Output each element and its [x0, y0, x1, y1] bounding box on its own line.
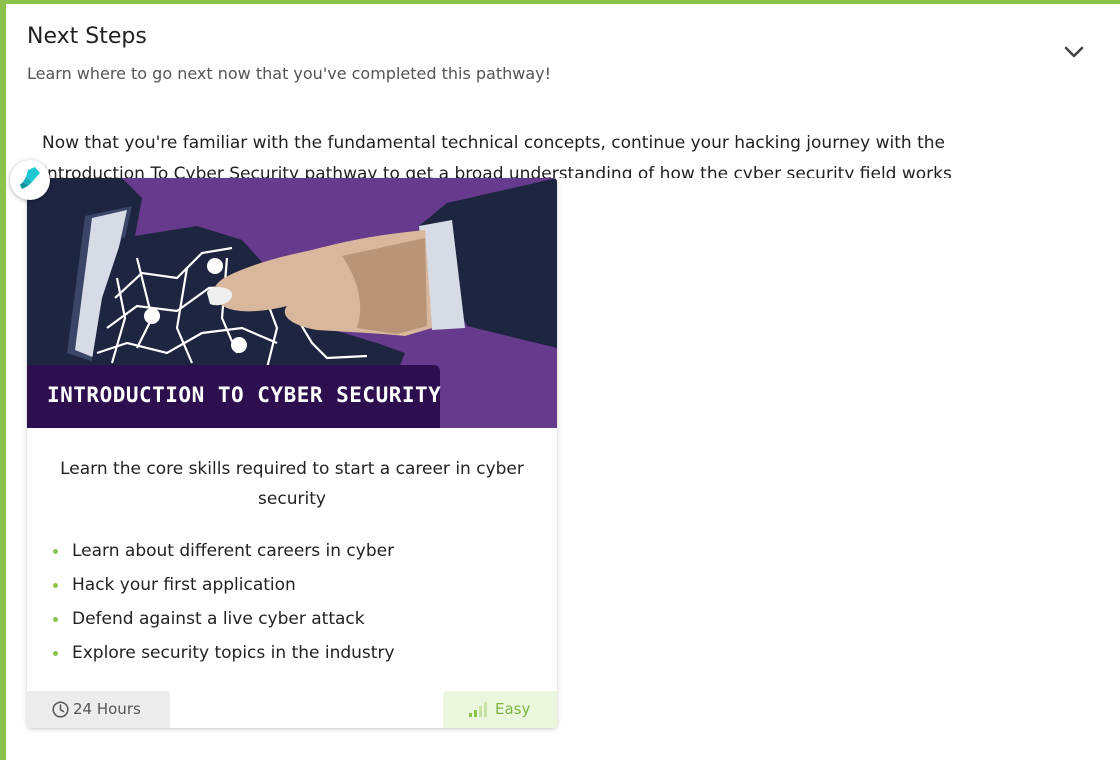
feature-text: Defend against a live cyber attack: [72, 609, 365, 629]
bullet-icon: [53, 549, 58, 554]
section-title: Next Steps: [27, 24, 147, 49]
pathway-feature-list: Learn about different careers in cyber H…: [51, 534, 395, 670]
signal-bars-icon: [469, 702, 487, 717]
feature-item: Defend against a live cyber attack: [51, 602, 395, 636]
section-subtitle: Learn where to go next now that you've c…: [27, 64, 552, 83]
duration-text: 24 Hours: [73, 700, 141, 718]
feature-text: Explore security topics in the industry: [72, 643, 395, 663]
clock-icon: [52, 701, 69, 718]
pathway-banner-label: INTRODUCTION TO CYBER SECURITY: [27, 365, 442, 428]
intro-line-2: Introduction To Cyber Security pathway t…: [42, 164, 952, 178]
bullet-icon: [53, 617, 58, 622]
difficulty-badge: Easy: [443, 691, 557, 728]
intro-line-1: Now that you're familiar with the fundam…: [42, 133, 945, 153]
pathway-title: INTRODUCTION TO CYBER SECURITY: [47, 383, 442, 407]
feature-item: Hack your first application: [51, 568, 395, 602]
highlighter-button[interactable]: [10, 160, 50, 200]
bullet-icon: [53, 651, 58, 656]
pathway-card[interactable]: INTRODUCTION TO CYBER SECURITY Learn the…: [27, 178, 557, 728]
chevron-down-icon[interactable]: [1062, 40, 1086, 64]
pathway-description: Learn the core skills required to start …: [60, 459, 524, 509]
highlighter-icon: [20, 167, 40, 189]
feature-text: Hack your first application: [72, 575, 296, 595]
feature-item: Explore security topics in the industry: [51, 636, 395, 670]
intro-paragraph: Now that you're familiar with the fundam…: [42, 128, 1042, 178]
difficulty-text: Easy: [495, 700, 531, 718]
feature-text: Learn about different careers in cyber: [72, 541, 395, 561]
feature-item: Learn about different careers in cyber: [51, 534, 395, 568]
bullet-icon: [53, 583, 58, 588]
duration-badge: 24 Hours: [27, 691, 170, 728]
